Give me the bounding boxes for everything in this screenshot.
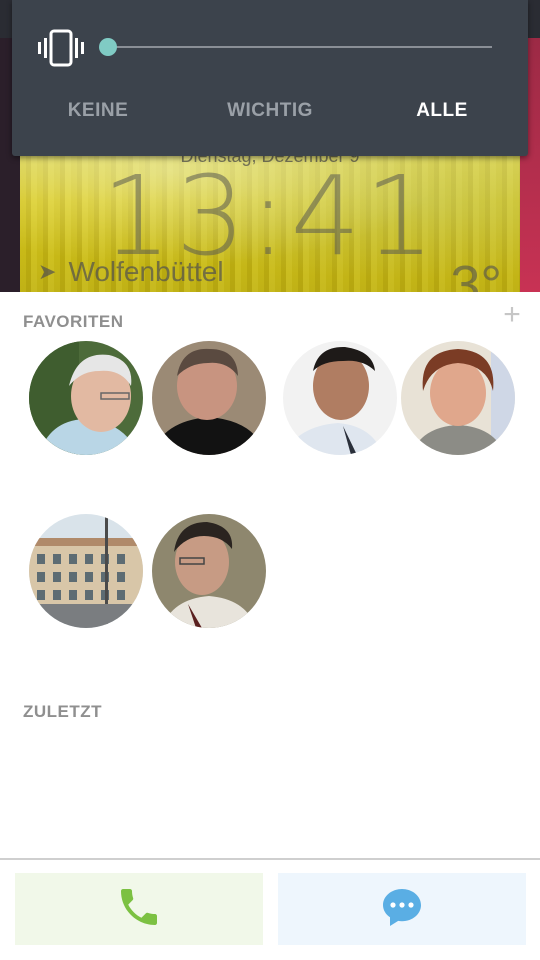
location-arrow-icon: ➤ (38, 259, 57, 284)
vibrate-icon[interactable] (36, 28, 86, 68)
favorite-contact-avatar[interactable] (29, 341, 143, 455)
mode-all-tab[interactable]: ALLE (356, 100, 528, 136)
favorite-contact-avatar[interactable] (152, 514, 266, 628)
favorite-contact-avatar[interactable] (283, 341, 397, 455)
lockscreen-temperature: 3° (450, 255, 502, 292)
location-name: Wolfenbüttel (68, 256, 224, 287)
mode-priority-tab[interactable]: WICHTIG (184, 100, 356, 136)
favorite-contact-avatar[interactable] (401, 341, 515, 455)
plus-icon[interactable]: + (500, 300, 524, 330)
contacts-content: FAVORITEN + ZULETZT (0, 292, 540, 858)
favorite-contact-avatar[interactable] (152, 341, 266, 455)
volume-slider-thumb[interactable] (99, 38, 117, 56)
message-button[interactable] (278, 873, 526, 945)
call-button[interactable] (15, 873, 263, 945)
favorites-heading: FAVORITEN (23, 312, 124, 331)
phone-icon (115, 883, 163, 936)
lockscreen-location: ➤ Wolfenbüttel (38, 256, 224, 288)
recent-heading: ZULETZT (23, 702, 103, 721)
volume-panel: KEINE WICHTIG ALLE (12, 0, 528, 156)
interruption-mode-tabs: KEINE WICHTIG ALLE (12, 100, 528, 136)
favorite-contact-avatar[interactable] (29, 514, 143, 628)
action-bar-divider (0, 858, 540, 860)
chat-bubble-icon (378, 883, 426, 936)
volume-slider-track[interactable] (108, 46, 492, 48)
mode-none-tab[interactable]: KEINE (12, 100, 184, 136)
